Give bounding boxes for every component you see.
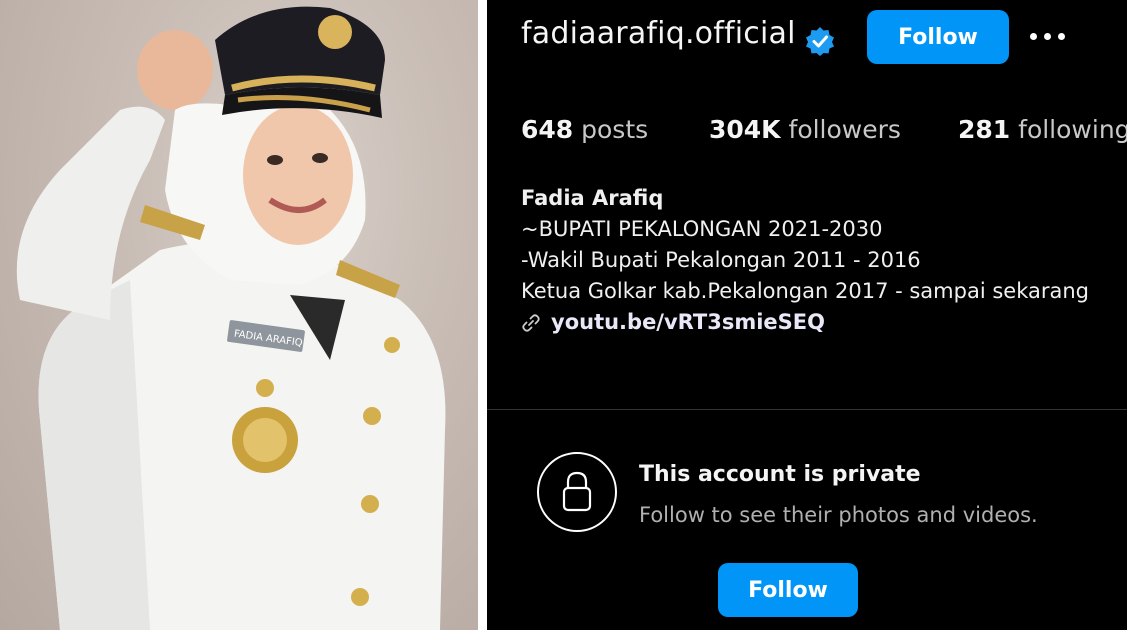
link-icon	[522, 313, 540, 332]
follow-button-bottom[interactable]: Follow	[718, 563, 858, 617]
private-account-subtitle: Follow to see their photos and videos.	[639, 503, 1038, 527]
bio-link[interactable]: youtu.be/vRT3smieSEQ	[551, 307, 825, 338]
stat-label: following	[1018, 115, 1127, 144]
stat-value: 281	[958, 115, 1011, 144]
profile-photo: FADIA ARAFIQ	[0, 0, 478, 630]
stat-following[interactable]: 281 following	[958, 115, 1127, 144]
more-horizontal-icon[interactable]	[1030, 26, 1070, 46]
stat-label: followers	[788, 115, 901, 144]
verified-badge-icon	[806, 27, 834, 56]
private-account-title: This account is private	[639, 462, 921, 487]
bio-link-row[interactable]: youtu.be/vRT3smieSEQ	[521, 307, 1089, 338]
follow-button[interactable]: Follow	[867, 10, 1009, 64]
stat-followers[interactable]: 304K followers	[709, 115, 901, 144]
stat-value: 304K	[709, 115, 781, 144]
bio-line: ~BUPATI PEKALONGAN 2021-2030	[521, 217, 883, 241]
profile-bio: Fadia Arafiq ~BUPATI PEKALONGAN 2021-203…	[521, 183, 1089, 338]
bio-line: -Wakil Bupati Pekalongan 2011 - 2016	[521, 248, 921, 272]
stat-value: 648	[521, 115, 574, 144]
bio-line: Ketua Golkar kab.Pekalongan 2017 - sampa…	[521, 279, 1090, 303]
section-divider	[487, 409, 1127, 410]
panel-divider	[478, 0, 487, 630]
profile-full-name: Fadia Arafiq	[521, 186, 664, 210]
stat-posts[interactable]: 648 posts	[521, 115, 648, 144]
lock-icon	[537, 452, 617, 532]
profile-username: fadiaarafiq.official	[521, 16, 796, 51]
instagram-profile-panel: fadiaarafiq.official Follow 648 posts 30…	[487, 0, 1127, 630]
stat-label: posts	[581, 115, 649, 144]
